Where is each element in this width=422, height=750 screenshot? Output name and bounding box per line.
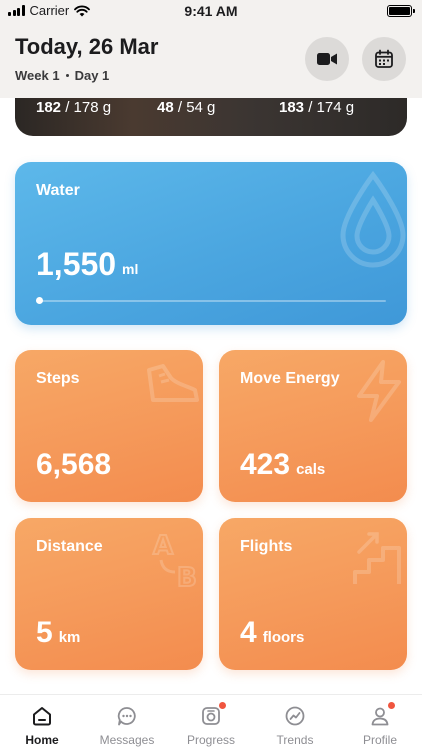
tab-progress[interactable]: Progress: [169, 701, 253, 747]
nutrition-amount: 48: [157, 99, 174, 116]
trends-icon: [285, 706, 305, 726]
tab-bar: Home Messages Progress Trends Profile: [0, 694, 422, 750]
status-time: 9:41 AM: [184, 3, 238, 19]
stairs-icon: [353, 532, 401, 584]
move-energy-value-row: 423 cals: [240, 448, 325, 482]
nutrition-value: 182 / 178 g: [36, 99, 111, 116]
header: Carrier 9:41 AM Today, 26 Mar Week 1 Day…: [0, 0, 422, 98]
notification-badge: [387, 701, 396, 710]
video-call-button[interactable]: [305, 37, 349, 81]
flights-card[interactable]: Flights 4 floors: [219, 518, 407, 670]
water-unit: ml: [122, 261, 139, 277]
tab-label: Progress: [186, 733, 236, 747]
flights-label: Flights: [240, 538, 293, 555]
tab-label: Home: [25, 733, 59, 747]
distance-value: 5: [36, 616, 53, 649]
steps-card[interactable]: Steps 6,568: [15, 350, 203, 502]
tab-profile[interactable]: Profile: [338, 701, 422, 747]
calendar-button[interactable]: [362, 37, 406, 81]
steps-value-row: 6,568: [36, 448, 111, 482]
status-bar: Carrier 9:41 AM: [0, 0, 422, 22]
video-camera-icon: [317, 53, 337, 65]
move-energy-unit: cals: [296, 461, 326, 478]
water-value: 1,550: [36, 246, 117, 282]
nutrition-target: / 178 g: [61, 99, 112, 116]
nutrition-amount: 183: [279, 99, 305, 116]
move-energy-value: 423: [240, 448, 291, 481]
lightning-bolt-icon: [357, 360, 401, 422]
water-card[interactable]: Water 1,550 ml: [15, 162, 407, 325]
flights-value-row: 4 floors: [240, 616, 304, 650]
page-title: Today, 26 Mar: [15, 34, 159, 59]
distance-card[interactable]: A B Distance 5 km: [15, 518, 203, 670]
steps-label: Steps: [36, 370, 80, 387]
a-to-b-icon: A B: [152, 530, 198, 590]
nutrition-value: 48 / 54 g: [157, 99, 215, 116]
day-label: Day 1: [74, 68, 110, 83]
week-label: Week 1: [15, 68, 60, 83]
home-icon: [33, 707, 51, 726]
distance-unit: km: [58, 629, 81, 646]
steps-value: 6,568: [36, 448, 112, 481]
water-label: Water: [36, 182, 80, 199]
tab-label: Trends: [276, 733, 314, 747]
tab-trends[interactable]: Trends: [253, 703, 337, 747]
water-progress-thumb[interactable]: [36, 297, 43, 304]
tab-label: Messages: [99, 733, 155, 747]
svg-text:A: A: [153, 531, 173, 561]
move-energy-label: Move Energy: [240, 370, 340, 387]
sneaker-icon: [147, 364, 199, 402]
tab-label: Profile: [362, 733, 397, 747]
nutrition-amount: 182: [36, 99, 62, 116]
nutrition-target: / 174 g: [304, 99, 355, 116]
week-day-subtitle: Week 1 Day 1: [15, 68, 109, 83]
calendar-icon: [375, 49, 393, 68]
flights-value: 4: [240, 616, 257, 649]
move-energy-card[interactable]: Move Energy 423 cals: [219, 350, 407, 502]
distance-label: Distance: [36, 538, 103, 555]
tab-messages[interactable]: Messages: [85, 703, 169, 747]
nutrition-value: 183 / 174 g: [279, 99, 354, 116]
battery-icon: [387, 5, 415, 17]
messages-icon: [117, 707, 136, 726]
distance-value-row: 5 km: [36, 616, 80, 650]
notification-badge: [218, 701, 227, 710]
water-progress-track[interactable]: [36, 300, 386, 302]
tab-home[interactable]: Home: [0, 703, 84, 747]
svg-text:B: B: [177, 563, 197, 590]
flights-unit: floors: [262, 629, 305, 646]
water-drop-icon: [340, 170, 406, 268]
separator-dot: [65, 74, 69, 77]
nutrition-target: / 54 g: [173, 99, 216, 116]
